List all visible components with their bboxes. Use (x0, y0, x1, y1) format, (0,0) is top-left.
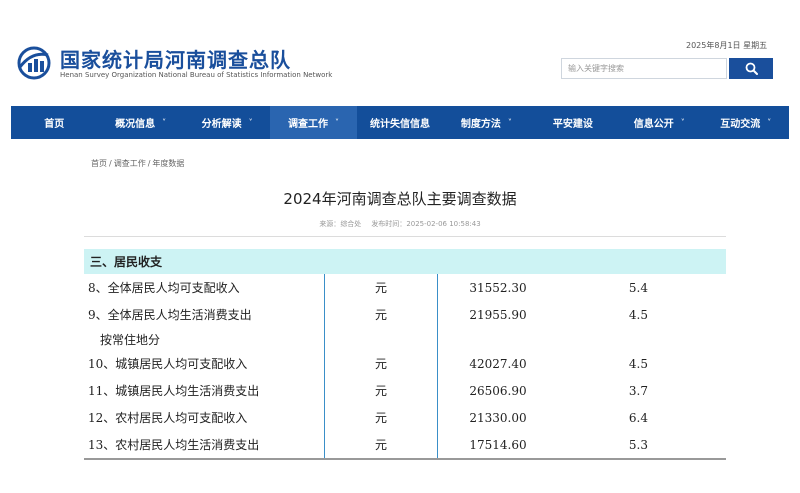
breadcrumb-annual-data[interactable]: 年度数据 (152, 159, 184, 168)
nav-item-label: 平安建设 (552, 119, 593, 130)
publish-time-label: 发布时间： (371, 220, 407, 228)
value-cell: 42027.40 (469, 356, 527, 371)
chevron-down-icon: ˅ (162, 118, 167, 127)
search-icon (745, 62, 758, 75)
data-table: 三、居民收支 8、全体居民人均可支配收入 元 31552.30 5.4 9、全体… (84, 249, 726, 460)
nav-item-home[interactable]: 首页 (11, 106, 97, 139)
nav-item-label: 分析解读 (201, 119, 242, 130)
unit-cell: 元 (324, 301, 438, 328)
nav-item-label: 统计失信信息 (369, 119, 430, 130)
section-header-row: 三、居民收支 (84, 249, 726, 274)
nav-item-survey-work[interactable]: 调查工作 ˅ (270, 106, 357, 139)
title-divider (84, 236, 726, 237)
breadcrumb-separator: / (147, 159, 151, 168)
unit-cell (324, 328, 438, 350)
main-nav: 首页 概况信息 ˅ 分析解读 ˅ 调查工作 ˅ 统计失信信息 制度方法 ˅ 平安… (11, 106, 789, 139)
chevron-down-icon: ˅ (507, 118, 512, 127)
nav-item-label: 首页 (44, 119, 65, 130)
unit-cell: 元 (324, 431, 438, 460)
growth-cell: 5.3 (558, 431, 726, 460)
table-row: 11、城镇居民人均生活消费支出 元 26506.90 3.7 (84, 377, 726, 404)
nav-item-label: 调查工作 (288, 119, 329, 130)
nbs-logo-icon[interactable] (14, 45, 54, 81)
site-subtitle: Henan Survey Organization National Burea… (60, 71, 333, 79)
source-label: 来源： (319, 220, 341, 228)
growth-cell: 4.5 (628, 356, 648, 371)
chevron-down-icon: ˅ (680, 118, 685, 127)
indicator-name: 13、农村居民人均生活消费支出 (84, 431, 325, 460)
nav-item-safety[interactable]: 平安建设 (530, 106, 616, 139)
value-cell: 31552.30 (469, 280, 527, 295)
table-row: 按常住地分 (84, 328, 726, 350)
value-cell: 26506.90 (469, 383, 527, 398)
indicator-name: 12、农村居民人均可支配收入 (88, 411, 248, 425)
breadcrumb-home[interactable]: 首页 (91, 159, 107, 168)
search-button[interactable] (729, 58, 773, 79)
nav-item-dishonesty-info[interactable]: 统计失信信息 (357, 106, 443, 139)
publish-time-value: 2025-02-06 10:58:43 (406, 220, 481, 228)
breadcrumb-separator: / (109, 159, 112, 168)
section-title: 三、居民收支 (84, 249, 726, 274)
breadcrumb: 首页 / 调查工作 / 年度数据 (91, 158, 184, 169)
search-input[interactable] (561, 58, 727, 79)
value-cell: 17514.60 (437, 431, 558, 460)
unit-cell: 元 (324, 377, 438, 404)
nav-item-label: 制度方法 (460, 119, 501, 130)
value-cell: 21330.00 (469, 410, 527, 425)
source-value: 综合处 (340, 220, 362, 228)
nav-item-label: 概况信息 (115, 119, 156, 130)
indicator-name: 8、全体居民人均可支配收入 (88, 281, 240, 295)
chevron-down-icon: ˅ (335, 118, 340, 127)
unit-cell: 元 (324, 274, 438, 301)
indicator-name: 11、城镇居民人均生活消费支出 (88, 384, 260, 398)
unit-cell: 元 (324, 350, 438, 377)
current-date: 2025年8月1日 星期五 (686, 41, 768, 50)
growth-cell: 6.4 (628, 410, 648, 425)
nav-item-disclosure[interactable]: 信息公开 ˅ (616, 106, 702, 139)
chevron-down-icon: ˅ (767, 118, 772, 127)
growth-cell: 5.4 (628, 280, 648, 295)
table-row: 12、农村居民人均可支配收入 元 21330.00 6.4 (84, 404, 726, 431)
table-row: 8、全体居民人均可支配收入 元 31552.30 5.4 (84, 274, 726, 301)
growth-cell (558, 328, 726, 350)
growth-cell: 3.7 (628, 383, 648, 398)
unit-cell: 元 (324, 404, 438, 431)
indicator-name: 9、全体居民人均生活消费支出 (88, 308, 252, 322)
table-row: 10、城镇居民人均可支配收入 元 42027.40 4.5 (84, 350, 726, 377)
indicator-name: 10、城镇居民人均可支配收入 (88, 357, 248, 371)
article-meta: 来源：综合处 发布时间：2025-02-06 10:58:43 (0, 219, 800, 229)
article-title: 2024年河南调查总队主要调查数据 (283, 190, 517, 208)
nav-item-label: 信息公开 (633, 119, 674, 130)
site-title[interactable]: 国家统计局河南调查总队 (60, 44, 291, 73)
nav-item-overview[interactable]: 概况信息 ˅ (97, 106, 183, 139)
site-header: 国家统计局河南调查总队 Henan Survey Organization Na… (0, 0, 800, 106)
value-cell: 21955.90 (469, 307, 527, 322)
nav-item-analysis[interactable]: 分析解读 ˅ (184, 106, 270, 139)
table-row: 13、农村居民人均生活消费支出 元 17514.60 5.3 (84, 431, 726, 460)
chevron-down-icon: ˅ (248, 118, 253, 127)
indicator-name: 按常住地分 (100, 332, 161, 347)
table-row: 9、全体居民人均生活消费支出 元 21955.90 4.5 (84, 301, 726, 328)
nav-item-interaction[interactable]: 互动交流 ˅ (703, 106, 789, 139)
nav-item-label: 互动交流 (720, 119, 761, 130)
growth-cell: 4.5 (628, 307, 648, 322)
nav-item-methods[interactable]: 制度方法 ˅ (443, 106, 529, 139)
value-cell (438, 328, 559, 350)
breadcrumb-survey-work[interactable]: 调查工作 (114, 159, 146, 168)
